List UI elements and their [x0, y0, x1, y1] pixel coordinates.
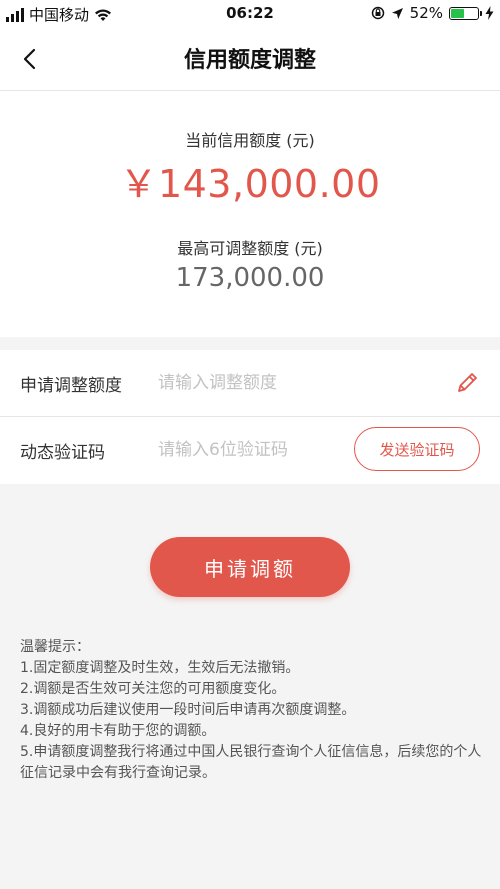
current-credit-amount: ￥143,000.00: [119, 162, 381, 206]
amount-row: 申请调整额度: [0, 350, 500, 417]
code-row: 动态验证码 发送验证码: [0, 417, 500, 483]
pencil-icon[interactable]: [454, 370, 480, 396]
tip-item: 1.固定额度调整及时生效，生效后无法撤销。: [20, 660, 300, 676]
charging-bolt-icon: [485, 6, 494, 20]
adjust-form: 申请调整额度 动态验证码 发送验证码: [0, 350, 500, 484]
amount-label: 申请调整额度: [20, 376, 122, 396]
max-credit-amount: 173,000.00: [175, 263, 325, 293]
code-label: 动态验证码: [20, 443, 105, 463]
code-input[interactable]: [158, 433, 338, 467]
send-code-button[interactable]: 发送验证码: [354, 427, 480, 471]
tip-item: 3.调额成功后建议使用一段时间后申请再次额度调整。: [20, 702, 356, 718]
rotation-lock-icon: [371, 6, 384, 20]
max-credit-label: 最高可调整额度 (元): [177, 239, 323, 258]
tips-title: 温馨提示：: [20, 639, 90, 655]
tip-item: 5.申请额度调整我行将通过中国人民银行查询个人征信信息，后续您的个人征信记录中会…: [20, 744, 482, 781]
tips-section: 温馨提示： 1.固定额度调整及时生效，生效后无法撤销。 2.调额是否生效可关注您…: [20, 637, 485, 784]
battery-icon: [449, 6, 482, 20]
location-arrow-icon: [391, 7, 403, 19]
status-right: 52%: [371, 4, 494, 22]
apply-adjust-button[interactable]: 申请调额: [150, 537, 350, 597]
status-bar: 中国移动 06:22 52%: [0, 0, 500, 28]
tip-item: 2.调额是否生效可关注您的可用额度变化。: [20, 681, 286, 697]
credit-info-card: 当前信用额度 (元) ￥143,000.00 最高可调整额度 (元) 173,0…: [0, 91, 500, 337]
tip-item: 4.良好的用卡有助于您的调额。: [20, 723, 216, 739]
battery-percent: 52%: [409, 4, 443, 22]
amount-input[interactable]: [158, 366, 438, 400]
page-title: 信用额度调整: [183, 48, 316, 73]
nav-bar: 信用额度调整: [0, 28, 500, 91]
current-credit-label: 当前信用额度 (元): [185, 131, 315, 150]
